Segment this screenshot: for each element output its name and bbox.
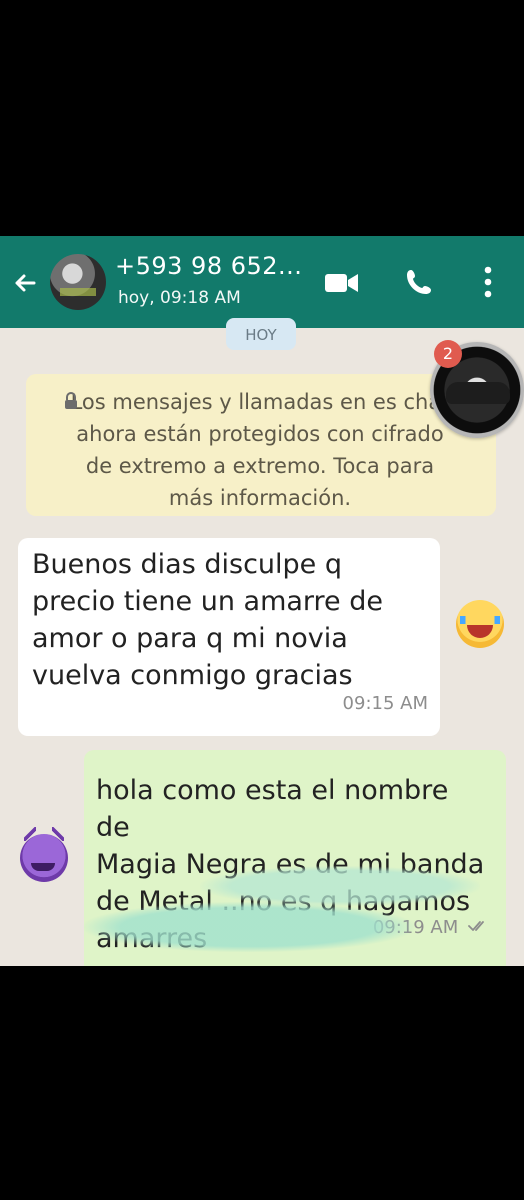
incoming-message-time: 09:15 AM	[342, 693, 428, 714]
laughing-emoji	[456, 600, 504, 648]
devil-emoji	[20, 827, 68, 882]
back-arrow-icon[interactable]	[10, 266, 44, 300]
blurred-area	[84, 902, 414, 952]
double-check-icon	[468, 921, 484, 931]
chat-header: +593 98 652... hoy, 09:18 AM	[0, 236, 524, 328]
lock-icon	[65, 392, 77, 409]
menu-icon[interactable]	[484, 264, 492, 300]
incoming-message-bubble[interactable]: Buenos dias disculpe q precio tiene un a…	[18, 538, 440, 736]
date-chip: HOY	[226, 318, 296, 350]
chat-screen: +593 98 652... hoy, 09:18 AM HOY Los men…	[0, 236, 524, 966]
video-icon[interactable]	[324, 270, 360, 296]
incoming-message-text: Buenos dias disculpe q precio tiene un a…	[32, 549, 383, 691]
encryption-notice[interactable]: Los mensajes y llamadas en es chat ahora…	[26, 374, 496, 516]
last-seen-status: hoy, 09:18 AM	[118, 288, 241, 308]
call-icon[interactable]	[403, 266, 435, 298]
contact-title[interactable]: +593 98 652...	[115, 252, 302, 280]
blurred-area	[200, 866, 480, 906]
contact-avatar[interactable]	[50, 254, 106, 310]
encryption-notice-text: Los mensajes y llamadas en es chat ahora…	[70, 390, 450, 510]
notification-badge: 2	[434, 340, 462, 368]
